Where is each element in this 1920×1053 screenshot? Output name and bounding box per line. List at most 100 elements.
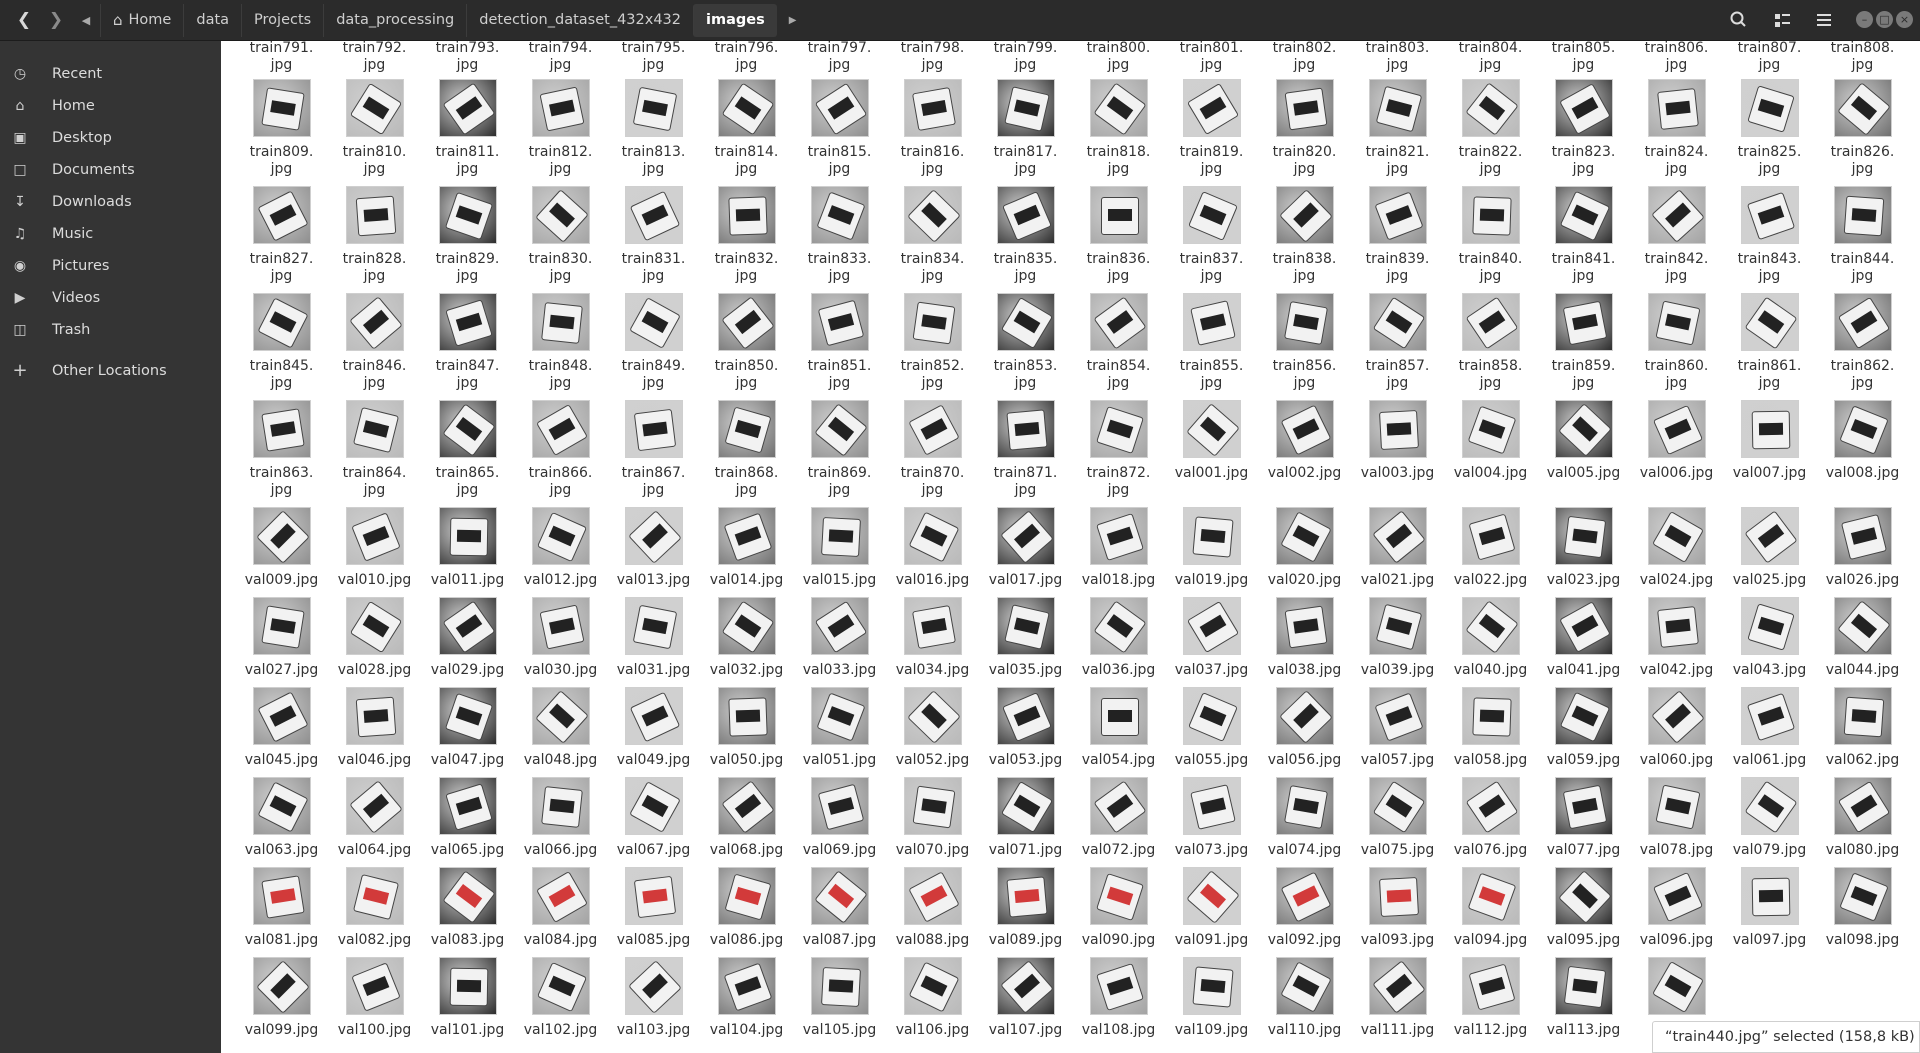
file-item[interactable]: val035.jpg	[979, 597, 1072, 679]
file-item[interactable]: val054.jpg	[1072, 687, 1165, 769]
file-item[interactable]: val043.jpg	[1723, 597, 1816, 679]
file-item[interactable]: val029.jpg	[421, 597, 514, 679]
file-item[interactable]: val083.jpg	[421, 867, 514, 949]
file-item[interactable]: val014.jpg	[700, 507, 793, 589]
file-item[interactable]: train859. jpg	[1537, 293, 1630, 392]
file-item[interactable]: train838. jpg	[1258, 186, 1351, 285]
file-item[interactable]: val058.jpg	[1444, 687, 1537, 769]
file-item[interactable]: train856. jpg	[1258, 293, 1351, 392]
back-button[interactable]: ❮	[8, 4, 40, 37]
file-item[interactable]: val057.jpg	[1351, 687, 1444, 769]
file-item[interactable]: val005.jpg	[1537, 400, 1630, 482]
file-item[interactable]: val012.jpg	[514, 507, 607, 589]
file-item[interactable]: val060.jpg	[1630, 687, 1723, 769]
file-item[interactable]: val003.jpg	[1351, 400, 1444, 482]
file-item[interactable]: train833. jpg	[793, 186, 886, 285]
crumb-scroll-left-button[interactable]: ◀	[76, 4, 96, 37]
file-item[interactable]: val010.jpg	[328, 507, 421, 589]
file-item[interactable]: val033.jpg	[793, 597, 886, 679]
file-item[interactable]: val049.jpg	[607, 687, 700, 769]
file-item[interactable]: train793. jpg	[421, 41, 514, 74]
file-item[interactable]: train860. jpg	[1630, 293, 1723, 392]
file-item[interactable]: val034.jpg	[886, 597, 979, 679]
file-item[interactable]: train805. jpg	[1537, 41, 1630, 74]
file-item[interactable]: val028.jpg	[328, 597, 421, 679]
file-item[interactable]: val105.jpg	[793, 957, 886, 1039]
file-item[interactable]: val061.jpg	[1723, 687, 1816, 769]
file-item[interactable]: val067.jpg	[607, 777, 700, 859]
file-item[interactable]: val071.jpg	[979, 777, 1072, 859]
file-item[interactable]: train845. jpg	[235, 293, 328, 392]
file-item[interactable]: val020.jpg	[1258, 507, 1351, 589]
file-item[interactable]: train799. jpg	[979, 41, 1072, 74]
file-item[interactable]: val111.jpg	[1351, 957, 1444, 1039]
file-item[interactable]: val046.jpg	[328, 687, 421, 769]
file-item[interactable]: train802. jpg	[1258, 41, 1351, 74]
file-item[interactable]: val100.jpg	[328, 957, 421, 1039]
sidebar-item-documents[interactable]: □ Documents	[0, 155, 221, 185]
file-item[interactable]: val086.jpg	[700, 867, 793, 949]
file-item[interactable]: train818. jpg	[1072, 79, 1165, 178]
file-item[interactable]: train828. jpg	[328, 186, 421, 285]
file-item[interactable]: train816. jpg	[886, 79, 979, 178]
file-item[interactable]: train858. jpg	[1444, 293, 1537, 392]
file-item[interactable]: val017.jpg	[979, 507, 1072, 589]
file-item[interactable]: train854. jpg	[1072, 293, 1165, 392]
file-item[interactable]: val095.jpg	[1537, 867, 1630, 949]
file-item[interactable]: val036.jpg	[1072, 597, 1165, 679]
file-item[interactable]: train847. jpg	[421, 293, 514, 392]
file-item[interactable]: train862. jpg	[1816, 293, 1909, 392]
file-item[interactable]: train869. jpg	[793, 400, 886, 499]
file-item[interactable]: train867. jpg	[607, 400, 700, 499]
file-item[interactable]: train861. jpg	[1723, 293, 1816, 392]
file-item[interactable]: val001.jpg	[1165, 400, 1258, 482]
file-item[interactable]: train825. jpg	[1723, 79, 1816, 178]
file-item[interactable]: val056.jpg	[1258, 687, 1351, 769]
file-item[interactable]: train806. jpg	[1630, 41, 1723, 74]
file-item[interactable]: val072.jpg	[1072, 777, 1165, 859]
sidebar-item-other-locations[interactable]: + Other Locations	[0, 356, 221, 386]
file-item[interactable]: val088.jpg	[886, 867, 979, 949]
file-item[interactable]: val026.jpg	[1816, 507, 1909, 589]
file-item[interactable]: val065.jpg	[421, 777, 514, 859]
file-item[interactable]: train844. jpg	[1816, 186, 1909, 285]
view-toggle-button[interactable]	[1764, 3, 1800, 37]
file-item[interactable]: val068.jpg	[700, 777, 793, 859]
crumb-projects[interactable]: Projects	[241, 4, 323, 37]
file-item[interactable]: train837. jpg	[1165, 186, 1258, 285]
file-item[interactable]: train823. jpg	[1537, 79, 1630, 178]
file-item[interactable]: val069.jpg	[793, 777, 886, 859]
file-item[interactable]: val009.jpg	[235, 507, 328, 589]
crumb-images[interactable]: images	[693, 4, 777, 37]
file-item[interactable]: val084.jpg	[514, 867, 607, 949]
file-item[interactable]: train826. jpg	[1816, 79, 1909, 178]
file-item[interactable]: train804. jpg	[1444, 41, 1537, 74]
file-item[interactable]: train852. jpg	[886, 293, 979, 392]
file-item[interactable]: train850. jpg	[700, 293, 793, 392]
file-item[interactable]: val112.jpg	[1444, 957, 1537, 1039]
crumb-detection-dataset[interactable]: detection_dataset_432x432	[466, 4, 693, 37]
file-item[interactable]: val090.jpg	[1072, 867, 1165, 949]
file-item[interactable]: train834. jpg	[886, 186, 979, 285]
file-item[interactable]: val006.jpg	[1630, 400, 1723, 482]
crumb-data[interactable]: data	[183, 4, 241, 37]
search-button[interactable]	[1721, 3, 1757, 37]
file-item[interactable]: train808. jpg	[1816, 41, 1909, 74]
file-item[interactable]: val078.jpg	[1630, 777, 1723, 859]
file-item[interactable]: train812. jpg	[514, 79, 607, 178]
file-item[interactable]: val098.jpg	[1816, 867, 1909, 949]
file-item[interactable]: train863. jpg	[235, 400, 328, 499]
file-item[interactable]: train809. jpg	[235, 79, 328, 178]
file-item[interactable]: val085.jpg	[607, 867, 700, 949]
file-item[interactable]: train796. jpg	[700, 41, 793, 74]
file-item[interactable]: val076.jpg	[1444, 777, 1537, 859]
file-item[interactable]: train814. jpg	[700, 79, 793, 178]
file-item[interactable]: val048.jpg	[514, 687, 607, 769]
file-item[interactable]: train807. jpg	[1723, 41, 1816, 74]
menu-button[interactable]	[1806, 3, 1842, 37]
file-item[interactable]: val063.jpg	[235, 777, 328, 859]
file-item[interactable]: val064.jpg	[328, 777, 421, 859]
file-item[interactable]: train795. jpg	[607, 41, 700, 74]
file-item[interactable]: train794. jpg	[514, 41, 607, 74]
file-item[interactable]: val109.jpg	[1165, 957, 1258, 1039]
